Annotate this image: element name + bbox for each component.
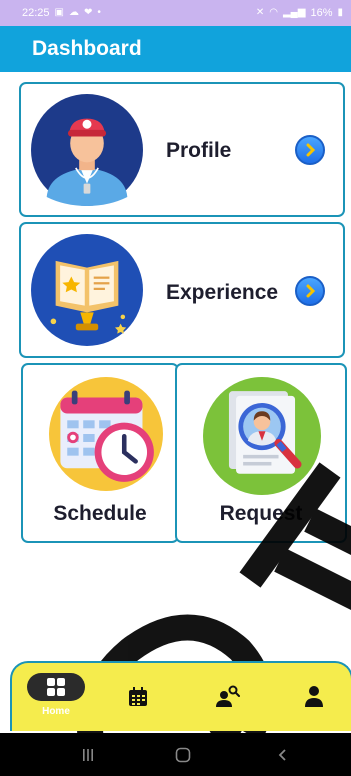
nav-person[interactable] bbox=[304, 685, 324, 707]
experience-arrow-button[interactable] bbox=[295, 276, 325, 306]
calendar-icon bbox=[129, 687, 147, 706]
cloud-notification-icon: ☁ bbox=[68, 7, 79, 18]
system-home-button[interactable] bbox=[163, 733, 203, 776]
signal-icon: ▂▄▆ bbox=[282, 7, 306, 18]
home-pill[interactable] bbox=[27, 673, 85, 701]
system-navigation-bar bbox=[0, 733, 351, 776]
nav-search-person[interactable] bbox=[216, 685, 240, 707]
document-search-person-icon bbox=[203, 377, 321, 495]
page-title: Dashboard bbox=[32, 37, 142, 60]
schedule-card[interactable]: Schedule bbox=[21, 363, 179, 543]
dot-notification-icon: • bbox=[97, 7, 101, 18]
profile-label: Profile bbox=[166, 139, 232, 162]
request-card[interactable]: Request bbox=[175, 363, 347, 543]
app-bar: Dashboard bbox=[0, 26, 351, 72]
nav-home[interactable]: Home bbox=[26, 673, 86, 717]
open-book-trophy-icon bbox=[31, 234, 143, 346]
recent-apps-icon bbox=[83, 748, 93, 761]
system-back-button[interactable] bbox=[263, 733, 303, 776]
mute-icon: ✕ bbox=[255, 7, 265, 18]
bottom-navigation: Home bbox=[10, 661, 351, 731]
gallery-notification-icon: ▣ bbox=[54, 7, 64, 18]
home-square-icon bbox=[175, 747, 191, 762]
experience-label: Experience bbox=[166, 281, 279, 304]
status-bar: 22:25 ▣ ☁ ❤ • ✕ ◠ ▂▄▆ 16% ▮ bbox=[0, 0, 351, 26]
coach-avatar-icon bbox=[31, 94, 143, 206]
wifi-icon: ◠ bbox=[269, 7, 278, 18]
battery-level: 16% bbox=[310, 7, 333, 19]
request-label: Request bbox=[219, 502, 303, 525]
person-icon bbox=[305, 686, 323, 707]
heart-notification-icon: ❤ bbox=[83, 7, 93, 18]
battery-icon: ▮ bbox=[337, 7, 343, 18]
status-left: 22:25 ▣ ☁ ❤ • bbox=[22, 7, 101, 19]
recent-apps-button[interactable] bbox=[68, 733, 108, 776]
experience-card[interactable]: Experience bbox=[19, 222, 345, 358]
person-search-icon bbox=[216, 685, 240, 707]
grid-icon bbox=[47, 678, 65, 696]
profile-arrow-button[interactable] bbox=[295, 135, 325, 165]
calendar-clock-icon bbox=[49, 377, 163, 491]
nav-home-label: Home bbox=[42, 706, 70, 717]
status-time: 22:25 bbox=[22, 7, 50, 19]
chevron-right-icon bbox=[306, 143, 316, 157]
nav-calendar[interactable] bbox=[128, 687, 148, 707]
back-chevron-icon bbox=[278, 748, 286, 761]
schedule-label: Schedule bbox=[53, 502, 147, 525]
profile-card[interactable]: Profile bbox=[19, 82, 345, 217]
status-right: ✕ ◠ ▂▄▆ 16% ▮ bbox=[256, 7, 343, 19]
chevron-right-icon bbox=[306, 284, 316, 298]
